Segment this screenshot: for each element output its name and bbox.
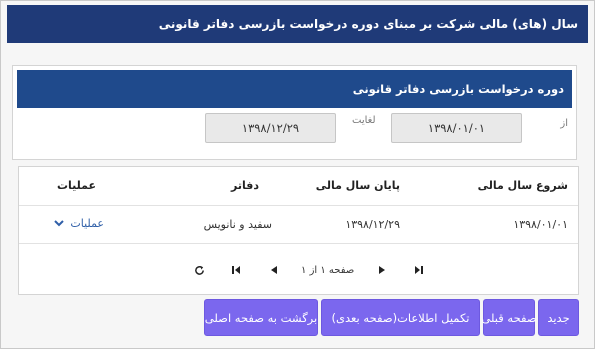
last-page-button[interactable] (409, 260, 429, 280)
row-divider (19, 243, 578, 244)
first-page-button[interactable] (226, 260, 246, 280)
period-panel-title: دوره درخواست بازرسی دفاتر قانونی (17, 70, 572, 108)
triangle-right-icon (378, 266, 385, 274)
new-button[interactable]: جدید (538, 299, 579, 336)
row-actions-label: عملیات (70, 217, 104, 230)
refresh-icon (194, 265, 204, 275)
cell-end-date: ۱۳۹۸/۱۲/۲۹ (345, 218, 400, 231)
previous-page-button[interactable] (264, 260, 284, 280)
row-actions-dropdown[interactable]: عملیات (54, 217, 104, 230)
first-page-icon (232, 266, 241, 274)
chevron-down-icon (54, 220, 65, 227)
complete-info-button[interactable]: تکمیل اطلاعات(صفحه بعدی) (321, 299, 480, 336)
page-title: سال (های) مالی شرکت بر مبنای دوره درخواس… (7, 5, 588, 43)
from-date-field[interactable]: ۱۳۹۸/۰۱/۰۱ (391, 113, 522, 143)
refresh-button[interactable] (189, 260, 209, 280)
cell-books: سفید و نانویس (203, 218, 272, 231)
next-page-button[interactable] (372, 260, 392, 280)
from-label: از (560, 118, 568, 129)
previous-page-button-main[interactable]: صفحه قبلی (481, 299, 537, 336)
period-panel: دوره درخواست بازرسی دفاتر قانونی از ۱۳۹۸… (12, 65, 577, 160)
fiscal-years-table: شروع سال مالی پایان سال مالی دفاتر عملیا… (18, 166, 579, 295)
column-header-books: دفاتر (231, 179, 259, 192)
to-date-field[interactable]: ۱۳۹۸/۱۲/۲۹ (205, 113, 336, 143)
to-label: لغایت (352, 115, 376, 126)
pagination: صفحه ۱ از ۱ (189, 259, 429, 281)
page-indicator: صفحه ۱ از ۱ (301, 264, 355, 276)
back-to-home-button[interactable]: برگشت به صفحه اصلی (204, 299, 318, 336)
last-page-icon (414, 266, 423, 274)
column-header-actions: عملیات (56, 179, 96, 192)
triangle-left-icon (270, 266, 277, 274)
column-header-start: شروع سال مالی (477, 179, 568, 192)
cell-start-date: ۱۳۹۸/۰۱/۰۱ (513, 218, 568, 231)
column-header-end: پایان سال مالی (315, 179, 400, 192)
main-frame: سال (های) مالی شرکت بر مبنای دوره درخواس… (0, 0, 595, 349)
header-divider (19, 205, 578, 206)
